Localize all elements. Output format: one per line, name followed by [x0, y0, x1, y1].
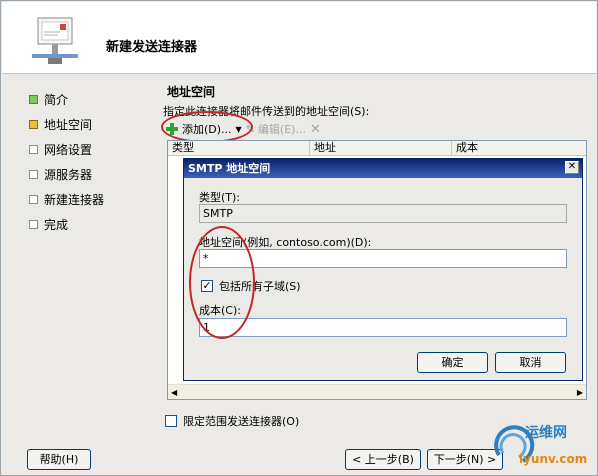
step-pending-icon [29, 145, 38, 154]
nav-label: 网络设置 [44, 143, 93, 157]
watermark-title: 运维网 [525, 424, 567, 441]
highlight-oval-dialog-fields [189, 226, 255, 339]
limit-scope-checkbox[interactable]: 限定范围发送连接器(O) [165, 413, 299, 429]
watermark-logo: 运维网 iyunv.com [494, 424, 587, 466]
nav-item-finish[interactable]: 完成 [29, 212, 139, 237]
column-cost[interactable]: 成本 [452, 141, 586, 155]
step-pending-icon [29, 170, 38, 179]
wizard-title: 新建发送连接器 [106, 40, 198, 55]
nav-label: 源服务器 [44, 168, 93, 182]
unchecked-box-icon[interactable] [165, 415, 177, 427]
nav-item-source-server[interactable]: 源服务器 [29, 162, 139, 187]
limit-scope-label: 限定范围发送连接器(O) [183, 415, 300, 428]
nav-item-intro[interactable]: 简介 [29, 87, 139, 112]
watermark-url: iyunv.com [519, 452, 587, 466]
cancel-button[interactable]: 取消 [495, 352, 566, 373]
edit-button-label: 编辑(E)... [257, 123, 306, 136]
connector-wizard-icon [32, 17, 78, 64]
help-button[interactable]: 帮助(H) [27, 449, 91, 470]
edit-button[interactable]: ✎ 编辑(E)... [246, 121, 306, 137]
address-space-input[interactable]: * [199, 249, 567, 268]
nav-item-new-connector[interactable]: 新建连接器 [29, 187, 139, 212]
wizard-header: 新建发送连接器 [2, 2, 596, 74]
wizard-window: 新建发送连接器 简介 地址空间 网络设置 源服务器 新建连接器 完成 地址空间 … [0, 0, 598, 476]
section-title: 地址空间 [167, 85, 216, 99]
step-pending-icon [29, 220, 38, 229]
nav-item-network-settings[interactable]: 网络设置 [29, 137, 139, 162]
highlight-oval-add [161, 111, 253, 143]
close-icon[interactable]: ✕ [565, 161, 579, 174]
dialog-title: SMTP 地址空间 [188, 162, 271, 175]
wizard-nav: 简介 地址空间 网络设置 源服务器 新建连接器 完成 [29, 87, 139, 237]
column-address[interactable]: 地址 [310, 141, 452, 155]
step-pending-icon [29, 195, 38, 204]
delete-icon[interactable]: ✕ [310, 122, 321, 137]
nav-label: 地址空间 [44, 118, 93, 132]
scroll-right-icon[interactable]: ▶ [577, 388, 583, 397]
cost-input[interactable]: 1 [199, 318, 567, 337]
column-type[interactable]: 类型 [168, 141, 310, 155]
nav-item-address-space[interactable]: 地址空间 [29, 112, 139, 137]
type-field: SMTP [199, 204, 567, 223]
scroll-left-icon[interactable]: ◀ [171, 388, 177, 397]
type-label: 类型(T): [199, 191, 241, 204]
dialog-title-bar: SMTP 地址空间 ✕ [184, 159, 582, 178]
ok-button[interactable]: 确定 [417, 352, 488, 373]
nav-label: 新建连接器 [44, 193, 105, 207]
step-current-icon [29, 120, 38, 129]
horizontal-scrollbar[interactable]: ◀ ▶ [168, 384, 586, 399]
back-button[interactable]: < 上一步(B) [345, 449, 421, 470]
list-header: 类型 地址 成本 [168, 141, 586, 156]
step-done-icon [29, 95, 38, 104]
nav-label: 完成 [44, 218, 69, 232]
nav-label: 简介 [44, 93, 69, 107]
